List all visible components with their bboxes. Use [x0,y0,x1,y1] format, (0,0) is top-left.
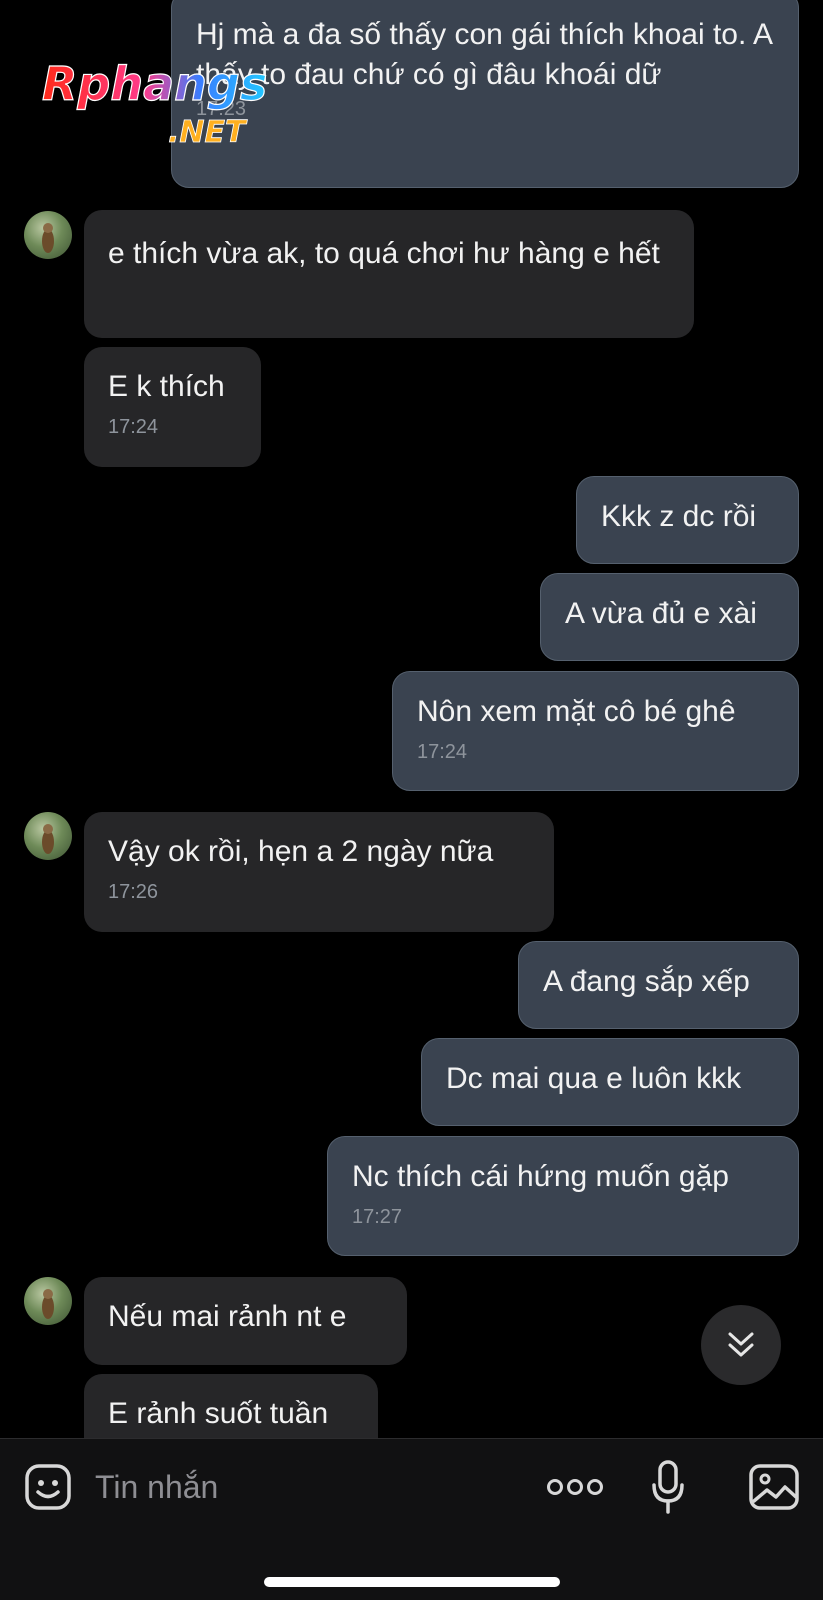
double-chevron-down-icon [728,1332,754,1357]
message-text: A vừa đủ e xài [565,597,757,630]
message-text: e thích vừa ak, to quá chơi hư hàng e hế… [108,237,660,270]
contact-avatar[interactable] [24,812,72,860]
message-bubble-outgoing[interactable]: Kkk z dc rồi [576,476,799,564]
message-text: Kkk z dc rồi [601,500,757,533]
message-composer: Tin nhắn [0,1438,823,1600]
contact-avatar[interactable] [24,211,72,259]
message-bubble-incoming[interactable]: Vậy ok rồi, hẹn a 2 ngày nữa 17:26 [84,812,554,932]
message-text: Nôn xem mặt cô bé ghê [417,695,736,728]
scroll-to-bottom-button[interactable] [701,1305,781,1385]
message-bubble-outgoing[interactable]: Nc thích cái hứng muốn gặp 17:27 [327,1136,799,1256]
microphone-icon[interactable] [650,1459,686,1515]
message-bubble-outgoing[interactable]: Dc mai qua e luôn kkk [421,1038,799,1126]
message-bubble-outgoing[interactable]: A vừa đủ e xài [540,573,799,661]
message-bubble-incoming[interactable]: e thích vừa ak, to quá chơi hư hàng e hế… [84,210,694,338]
message-timestamp: 17:24 [417,741,468,763]
watermark-logo-suffix: .NET [168,115,248,150]
watermark-logo: Rphangs .NET [41,56,267,150]
gallery-icon[interactable] [748,1463,800,1511]
contact-avatar[interactable] [24,1277,72,1325]
home-indicator[interactable] [264,1577,560,1587]
message-timestamp: 17:27 [352,1206,403,1228]
watermark-logo-text: Rphangs [42,57,267,111]
message-text: E rảnh suốt tuần [108,1397,329,1430]
message-bubble-incoming[interactable]: Nếu mai rảnh nt e [84,1277,407,1365]
message-timestamp: 17:26 [108,881,159,903]
message-input[interactable]: Tin nhắn [95,1467,218,1507]
message-text: Vậy ok rồi, hẹn a 2 ngày nữa [108,835,494,868]
message-text: Nếu mai rảnh nt e [108,1300,347,1333]
message-bubble-incoming[interactable]: E k thích 17:24 [84,347,261,467]
message-text: E k thích [108,370,225,403]
message-bubble-outgoing[interactable]: A đang sắp xếp [518,941,799,1029]
message-text: A đang sắp xếp [543,965,750,998]
message-timestamp: 17:24 [108,416,159,438]
more-options-icon[interactable] [545,1473,605,1501]
message-text: Nc thích cái hứng muốn gặp [352,1160,729,1193]
message-bubble-incoming[interactable]: E rảnh suốt tuần [84,1374,378,1438]
message-text: Dc mai qua e luôn kkk [446,1062,742,1095]
message-list[interactable]: Hj mà a đa số thấy con gái thích khoai t… [0,0,823,1438]
emoji-icon[interactable] [24,1463,72,1511]
message-bubble-outgoing[interactable]: Nôn xem mặt cô bé ghê 17:24 [392,671,799,791]
